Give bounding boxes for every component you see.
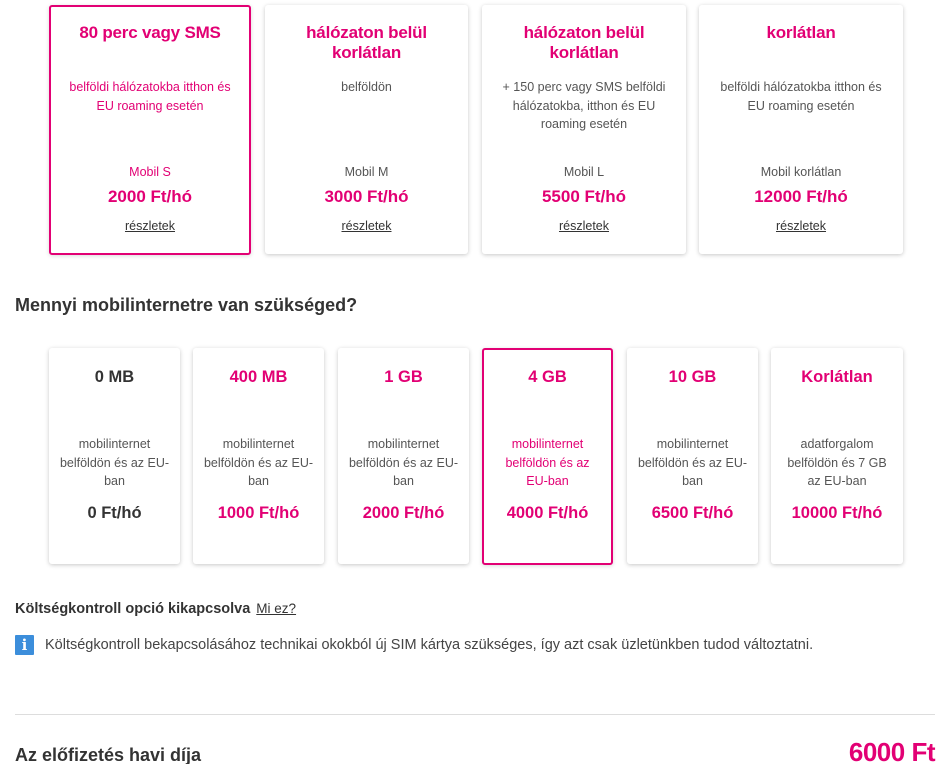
plan-price: 5500 Ft/hó	[541, 187, 627, 206]
plan-details-link[interactable]: részletek	[125, 219, 175, 233]
plan-name: Mobil M	[344, 165, 389, 179]
plan-card-mobil-m[interactable]: hálózaton belül korlátlan belföldön Mobi…	[265, 5, 468, 254]
plan-details-link[interactable]: részletek	[559, 219, 609, 233]
plan-card-mobil-l[interactable]: hálózaton belül korlátlan + 150 perc vag…	[482, 5, 686, 254]
data-option-amount: Korlátlan	[801, 368, 873, 386]
data-option-description: mobilinternet belföldön és az EU-ban	[505, 437, 590, 488]
divider	[15, 714, 935, 715]
plan-details-link-wrap: részletek	[699, 219, 903, 233]
info-icon: i	[15, 635, 34, 655]
data-option-0mb[interactable]: 0 MB mobilinternet belföldön és az EU-ba…	[49, 348, 180, 564]
what-is-this-link[interactable]: Mi ez?	[256, 601, 296, 616]
plan-description: belföldön	[341, 80, 392, 94]
plan-description: belföldi hálózatokba itthon és EU roamin…	[69, 80, 231, 113]
data-option-price: 4000 Ft/hó	[506, 504, 589, 522]
plan-title: 80 perc vagy SMS	[79, 23, 221, 42]
cost-control-row: Költségkontroll opció kikapcsolva Mi ez?	[15, 601, 296, 617]
plan-price: 2000 Ft/hó	[107, 187, 193, 206]
plan-title: korlátlan	[766, 23, 836, 42]
data-option-description: adatforgalom belföldön és 7 GB az EU-ban	[787, 437, 887, 488]
monthly-fee-value: 6000 Ft	[848, 737, 936, 764]
plan-price: 3000 Ft/hó	[324, 187, 409, 206]
data-option-description: mobilinternet belföldön és az EU-ban	[59, 437, 170, 488]
plan-card-mobil-korlatlan[interactable]: korlátlan belföldi hálózatokba itthon és…	[699, 5, 903, 254]
data-option-price: 1000 Ft/hó	[217, 504, 300, 522]
data-option-amount: 400 MB	[229, 368, 288, 386]
data-option-amount: 4 GB	[528, 368, 567, 386]
data-option-1gb[interactable]: 1 GB mobilinternet belföldön és az EU-ba…	[338, 348, 469, 564]
data-option-description: mobilinternet belföldön és az EU-ban	[203, 437, 314, 488]
data-section-title: Mennyi mobilinternetre van szükséged?	[15, 295, 358, 315]
data-option-description: mobilinternet belföldön és az EU-ban	[348, 437, 459, 488]
plan-name: Mobil korlátlan	[760, 165, 842, 179]
data-option-amount: 1 GB	[384, 368, 423, 386]
data-option-4gb[interactable]: 4 GB mobilinternet belföldön és az EU-ba…	[482, 348, 613, 565]
data-option-description: mobilinternet belföldön és az EU-ban	[637, 437, 748, 488]
monthly-fee-label: Az előfizetés havi díja	[15, 745, 202, 764]
plan-title: hálózaton belül korlátlan	[523, 23, 645, 62]
plan-details-link[interactable]: részletek	[341, 219, 391, 233]
data-option-price: 10000 Ft/hó	[791, 504, 883, 522]
data-option-price: 2000 Ft/hó	[362, 504, 445, 522]
data-option-10gb[interactable]: 10 GB mobilinternet belföldön és az EU-b…	[627, 348, 758, 564]
plan-details-link[interactable]: részletek	[776, 219, 826, 233]
data-option-400mb[interactable]: 400 MB mobilinternet belföldön és az EU-…	[193, 348, 324, 564]
data-option-price: 6500 Ft/hó	[651, 504, 734, 522]
info-message: i Költségkontroll bekapcsolásához techni…	[15, 634, 813, 656]
plan-description: + 150 perc vagy SMS belföldi hálózatokba…	[502, 80, 666, 131]
plan-details-link-wrap: részletek	[265, 219, 468, 233]
plan-card-mobil-s[interactable]: 80 perc vagy SMS belföldi hálózatokba it…	[49, 5, 251, 255]
plan-details-link-wrap: részletek	[51, 219, 249, 233]
plan-price: 12000 Ft/hó	[754, 187, 848, 206]
plan-description: belföldi hálózatokba itthon és EU roamin…	[720, 80, 882, 113]
plan-title: hálózaton belül korlátlan	[306, 23, 427, 62]
data-option-amount: 0 MB	[94, 368, 135, 386]
plan-name: Mobil S	[129, 165, 171, 179]
data-option-unlimited[interactable]: Korlátlan adatforgalom belföldön és 7 GB…	[771, 348, 903, 564]
data-option-amount: 10 GB	[668, 368, 717, 386]
cost-control-label: Költségkontroll opció kikapcsolva	[15, 601, 251, 617]
info-text: Költségkontroll bekapcsolásához technika…	[45, 637, 814, 653]
data-option-price: 0 Ft/hó	[87, 504, 142, 522]
plan-details-link-wrap: részletek	[482, 219, 686, 233]
plan-name: Mobil L	[563, 165, 605, 179]
